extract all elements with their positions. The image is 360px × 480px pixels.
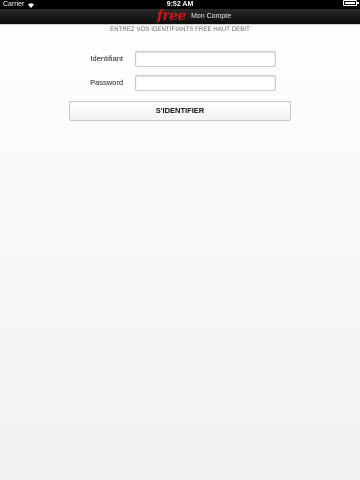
page-title: Mon Compte <box>191 13 232 20</box>
username-label: Identifiant <box>90 54 123 63</box>
navigation-bar: free Mon Compte <box>0 9 360 24</box>
password-row: Password <box>0 75 360 91</box>
password-input[interactable] <box>135 75 276 91</box>
battery-icon <box>343 0 359 6</box>
login-instructions: ENTREZ VOS IDENTIFIANTS FREE HAUT DEBIT <box>110 27 250 33</box>
login-button[interactable]: S'IDENTIFIER <box>69 101 291 121</box>
battery-indicator <box>343 0 359 6</box>
header-divider <box>0 24 360 25</box>
username-row: Identifiant <box>0 51 360 67</box>
username-input[interactable] <box>135 51 276 67</box>
password-label: Password <box>90 78 123 87</box>
brand-logo: free <box>156 8 187 24</box>
